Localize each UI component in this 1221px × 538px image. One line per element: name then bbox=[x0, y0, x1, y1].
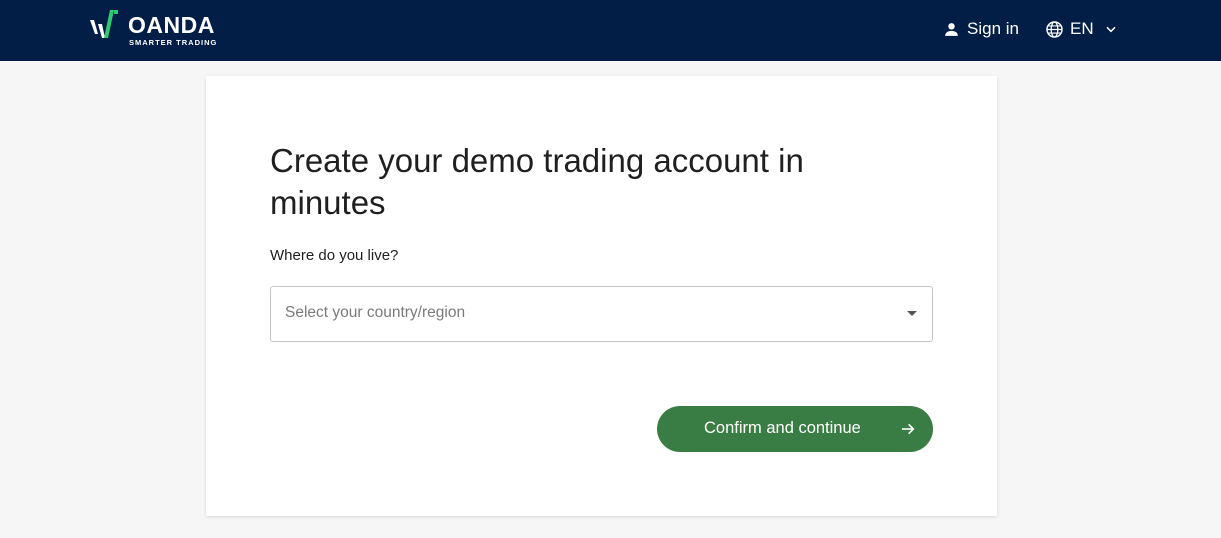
logo-tagline: SMARTER TRADING bbox=[129, 38, 218, 47]
sign-in-link[interactable]: Sign in bbox=[943, 17, 1019, 41]
oanda-logo-mark-icon bbox=[90, 10, 118, 38]
top-navigation-bar: OANDA SMARTER TRADING Sign in EN bbox=[0, 0, 1221, 61]
dropdown-caret-icon bbox=[907, 311, 917, 316]
oanda-logo[interactable]: OANDA SMARTER TRADING bbox=[88, 8, 217, 48]
language-label: EN bbox=[1070, 19, 1094, 38]
globe-icon bbox=[1046, 20, 1063, 38]
chevron-down-icon bbox=[1106, 26, 1116, 33]
signup-card: Create your demo trading account in minu… bbox=[206, 76, 997, 516]
user-icon bbox=[945, 22, 958, 36]
country-select-placeholder: Select your country/region bbox=[285, 304, 466, 321]
country-question-label: Where do you live? bbox=[270, 247, 399, 264]
sign-in-label: Sign in bbox=[967, 19, 1019, 38]
language-selector[interactable]: EN bbox=[1045, 17, 1118, 41]
logo-wordmark: OANDA bbox=[128, 12, 215, 38]
page-title: Create your demo trading account in minu… bbox=[270, 142, 804, 221]
confirm-button-label: Confirm and continue bbox=[704, 419, 861, 437]
country-select[interactable]: Select your country/region bbox=[270, 286, 933, 342]
arrow-right-icon bbox=[902, 423, 915, 435]
confirm-and-continue-button[interactable]: Confirm and continue bbox=[657, 406, 933, 452]
